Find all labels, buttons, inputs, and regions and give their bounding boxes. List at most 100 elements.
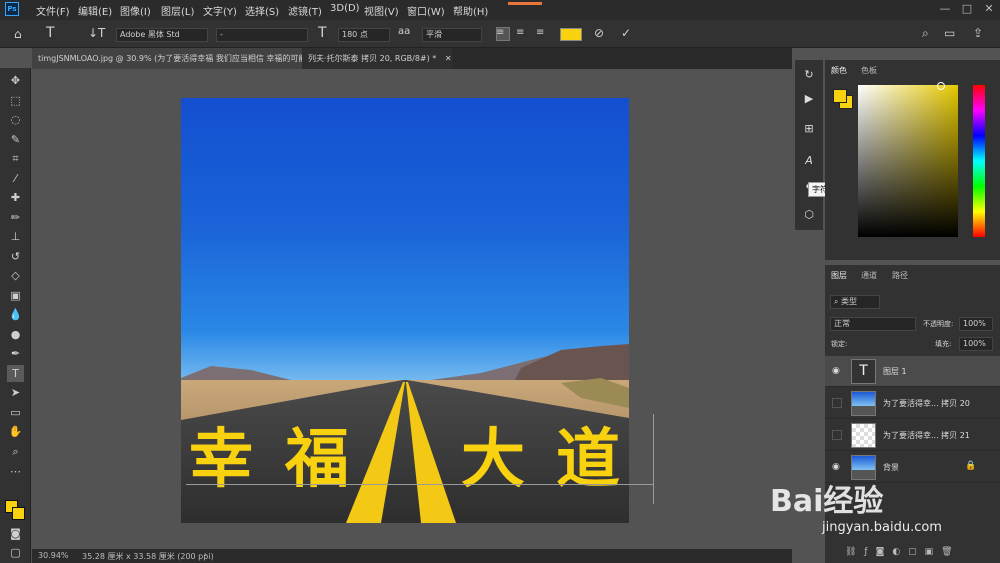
menu-edit[interactable]: 编辑(E): [78, 3, 112, 18]
type-tool-preset-icon[interactable]: T: [46, 25, 55, 41]
layer-name[interactable]: 背景: [883, 462, 899, 473]
layer-thumbnail: [851, 391, 876, 416]
pen-tool-icon[interactable]: ✒: [7, 345, 24, 362]
menu-image[interactable]: 图像(I): [120, 3, 151, 18]
more-tools-icon[interactable]: ⋯: [7, 463, 24, 480]
close-window-button[interactable]: ✕: [978, 0, 1000, 20]
home-icon[interactable]: ⌂: [14, 27, 22, 41]
brush-tool-icon[interactable]: ✏: [7, 209, 24, 226]
font-size-select[interactable]: 180 点: [338, 28, 390, 42]
tab-paths[interactable]: 路径: [892, 270, 908, 281]
close-tab-icon[interactable]: ✕: [445, 54, 452, 63]
canvas-text-layer[interactable]: 幸 福 大 道: [181, 408, 629, 508]
healing-brush-tool-icon[interactable]: ✚: [7, 189, 24, 206]
canvas-char: 幸: [189, 423, 253, 497]
font-size-icon: T: [318, 25, 327, 41]
panel-dock: ↻ ▶ ⊞ A ¶ ⬡: [795, 60, 823, 230]
status-menu-arrow[interactable]: ›: [204, 550, 207, 559]
maximize-button[interactable]: □: [956, 0, 978, 20]
zoom-tool-icon[interactable]: ⌕: [7, 443, 24, 460]
actions-panel-icon[interactable]: ▶: [801, 92, 817, 108]
menu-window[interactable]: 窗口(W): [407, 3, 445, 18]
toggle-orientation-icon[interactable]: ↓T: [88, 26, 105, 40]
color-panel: 颜色 色板: [825, 60, 1000, 260]
quick-select-tool-icon[interactable]: ✎: [7, 131, 24, 148]
properties-panel-icon[interactable]: ⊞: [801, 122, 817, 138]
menu-filter[interactable]: 滤镜(T): [288, 3, 322, 18]
font-style-select[interactable]: -: [216, 28, 308, 42]
blur-tool-icon[interactable]: 💧: [7, 306, 24, 323]
hue-slider[interactable]: [973, 85, 985, 237]
layer-name[interactable]: 为了要活得幸... 拷贝 21: [883, 430, 970, 441]
fill-input[interactable]: 100%: [959, 337, 993, 351]
tab-label: 列夫·托尔斯泰 拷贝 20, RGB/8#) *: [308, 54, 437, 63]
eraser-tool-icon[interactable]: ◇: [7, 267, 24, 284]
3d-panel-icon[interactable]: ⬡: [801, 208, 817, 224]
menu-view[interactable]: 视图(V): [364, 3, 399, 18]
background-color-swatch[interactable]: [12, 507, 25, 520]
lasso-tool-icon[interactable]: ◌: [7, 111, 24, 128]
layer-row[interactable]: 为了要活得幸... 拷贝 20: [825, 388, 1000, 419]
menu-type[interactable]: 文字(Y): [203, 3, 237, 18]
visibility-toggle[interactable]: [832, 398, 842, 408]
dodge-tool-icon[interactable]: ●: [7, 326, 24, 343]
type-tool-icon[interactable]: T: [7, 365, 24, 382]
tools-panel: ✥ ⬚ ◌ ✎ ⌗ ⁄ ✚ ✏ ⊥ ↺ ◇ ▣ 💧 ● ✒ T ➤ ▭ ✋ ⌕ …: [0, 68, 31, 563]
menu-layer[interactable]: 图层(L): [161, 3, 194, 18]
marquee-tool-icon[interactable]: ⬚: [7, 92, 24, 109]
text-color-swatch[interactable]: [560, 28, 582, 41]
search-icon[interactable]: ⌕: [922, 26, 929, 41]
character-panel-icon[interactable]: A: [801, 154, 817, 170]
menu-select[interactable]: 选择(S): [245, 3, 279, 18]
tab-layers[interactable]: 图层: [831, 270, 847, 281]
tab-channels[interactable]: 通道: [861, 270, 877, 281]
layer-filter-select[interactable]: ⌕ 类型: [830, 295, 880, 309]
opacity-input[interactable]: 100%: [959, 317, 993, 331]
cancel-icon[interactable]: ⊘: [594, 26, 604, 40]
minimize-button[interactable]: —: [934, 0, 956, 20]
color-picker-cursor[interactable]: [937, 82, 945, 90]
blend-mode-select[interactable]: 正常: [830, 317, 916, 331]
antialias-select[interactable]: 平滑: [422, 28, 482, 42]
commit-icon[interactable]: ✓: [621, 26, 631, 40]
hand-tool-icon[interactable]: ✋: [7, 423, 24, 440]
layer-row[interactable]: 为了要活得幸... 拷贝 21: [825, 420, 1000, 451]
quick-mask-icon[interactable]: ◙: [7, 525, 24, 542]
menu-bar: Ps 文件(F) 编辑(E) 图像(I) 图层(L) 文字(Y) 选择(S) 滤…: [0, 0, 1000, 20]
tab-swatches[interactable]: 色板: [861, 65, 877, 76]
gradient-tool-icon[interactable]: ▣: [7, 287, 24, 304]
zoom-level[interactable]: 30.94%: [38, 551, 69, 560]
visibility-eye-icon[interactable]: ◉: [832, 366, 842, 376]
tab-active-document[interactable]: timgJSNMLOAO.jpg @ 30.9% (为了要活得幸福 我们应当相信…: [32, 48, 306, 69]
crop-tool-icon[interactable]: ⌗: [7, 150, 24, 167]
tab-second-document[interactable]: 列夫·托尔斯泰 拷贝 20, RGB/8#) * ✕: [302, 48, 452, 69]
history-brush-tool-icon[interactable]: ↺: [7, 248, 24, 265]
search-icon: ⌕: [834, 297, 842, 306]
layer-row[interactable]: ◉ T 图层 1: [825, 356, 1000, 387]
canvas-char: 道: [556, 423, 620, 497]
tab-color[interactable]: 颜色: [831, 65, 847, 76]
menu-file[interactable]: 文件(F): [36, 3, 70, 18]
menu-3d[interactable]: 3D(D): [330, 3, 360, 14]
clone-stamp-tool-icon[interactable]: ⊥: [7, 228, 24, 245]
path-select-tool-icon[interactable]: ➤: [7, 384, 24, 401]
panel-foreground-swatch[interactable]: [833, 89, 847, 103]
move-tool-icon[interactable]: ✥: [7, 72, 24, 89]
share-icon[interactable]: ⇪: [973, 26, 983, 40]
layer-name[interactable]: 图层 1: [883, 366, 907, 377]
workspace-icon[interactable]: ▭: [944, 26, 955, 40]
text-baseline: [186, 484, 654, 485]
layer-name[interactable]: 为了要活得幸... 拷贝 20: [883, 398, 970, 409]
color-picker-field[interactable]: [858, 85, 958, 237]
visibility-toggle[interactable]: [832, 430, 842, 440]
font-family-select[interactable]: Adobe 黑体 Std: [116, 28, 208, 42]
align-center-icon[interactable]: ≡: [516, 27, 524, 38]
screen-mode-icon[interactable]: ▢: [7, 544, 24, 561]
menu-help[interactable]: 帮助(H): [453, 3, 488, 18]
align-right-icon[interactable]: ≡: [536, 27, 544, 38]
rectangle-tool-icon[interactable]: ▭: [7, 404, 24, 421]
history-panel-icon[interactable]: ↻: [801, 68, 817, 84]
visibility-eye-icon[interactable]: ◉: [832, 462, 842, 472]
layer-actions-bar[interactable]: ⛓ƒ◙◐▢▣🗑: [845, 547, 995, 561]
eyedropper-tool-icon[interactable]: ⁄: [7, 170, 24, 187]
